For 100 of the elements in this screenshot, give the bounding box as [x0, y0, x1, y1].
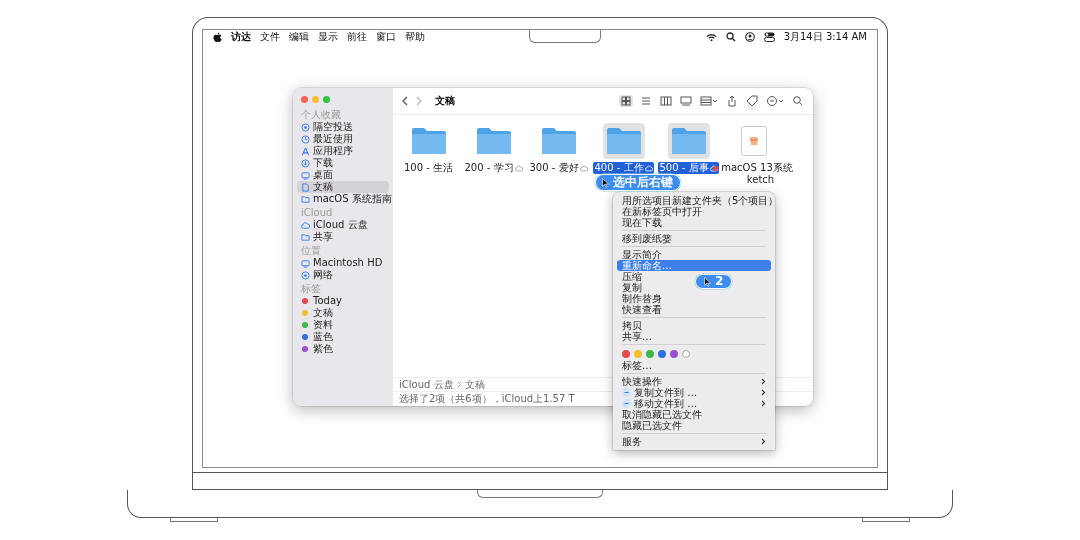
sidebar-item[interactable]: 下载 [297, 157, 389, 169]
menu-item[interactable]: 压缩 [617, 271, 647, 282]
folder-icon[interactable] [410, 127, 447, 155]
menu-item[interactable]: 快速查看 [617, 304, 667, 315]
zoom-button[interactable] [323, 96, 330, 103]
sidebar-header: 位置 [300, 244, 322, 257]
apps-icon [301, 146, 310, 156]
laptop-foot [170, 518, 218, 522]
sidebar-item[interactable]: 网络 [297, 269, 389, 281]
menu-item[interactable]: 拷贝 [617, 320, 647, 331]
sidebar-header: iCloud [300, 206, 334, 219]
file-name[interactable]: ketch [746, 174, 775, 186]
list-view-icon[interactable] [639, 95, 653, 107]
menu-item[interactable]: 服务 [617, 436, 771, 447]
gallery-view-icon[interactable] [679, 95, 693, 107]
menu-item[interactable]: 取消隐藏已选文件 [617, 409, 707, 420]
path-item[interactable]: 文稿 [464, 379, 485, 390]
sidebar-item[interactable]: 共享 [297, 231, 389, 243]
menu-item[interactable]: 隐藏已选文件 [617, 420, 687, 431]
folder-icon[interactable] [475, 127, 512, 155]
download-icon [301, 158, 310, 168]
file-name[interactable]: 400 - 工作 [593, 162, 654, 174]
menu-item[interactable]: 帮助 [405, 32, 425, 42]
document-icon [301, 182, 310, 192]
folder-icon[interactable] [540, 127, 577, 155]
folder-icon[interactable] [670, 127, 707, 155]
file-name[interactable]: 500 - 后事 [658, 162, 719, 174]
radar-icon [301, 122, 310, 132]
app-menu[interactable]: 访达 [231, 32, 251, 42]
sidebar-item[interactable]: iCloud 云盘 [297, 219, 389, 231]
tag-icon[interactable] [745, 95, 759, 107]
menu-item[interactable]: 前往 [347, 32, 367, 42]
menu-item[interactable]: 共享… [617, 331, 657, 342]
callout-text: 选中后右键 [613, 176, 673, 190]
color-tag-dot[interactable] [670, 349, 678, 358]
menu-item[interactable]: 现在下载 [617, 217, 667, 228]
callout-text: 2 [715, 275, 724, 289]
menu-item[interactable]: 快速操作 [617, 376, 771, 387]
no-tag-circle[interactable] [682, 349, 690, 358]
file-name[interactable]: 100 - 生活 [402, 162, 455, 174]
group-menu-icon[interactable] [699, 95, 719, 107]
back-icon[interactable] [401, 96, 409, 106]
window-title: 文稿 [435, 94, 455, 108]
file-name[interactable]: macOS 13系统 [720, 162, 794, 174]
sidebar-item[interactable]: 隔空投送 [297, 121, 389, 133]
menu-item[interactable]: 标签… [617, 360, 657, 371]
folder-icon[interactable] [605, 127, 642, 155]
clock-icon [301, 134, 310, 144]
document-icon[interactable] [740, 126, 767, 156]
sidebar-item[interactable]: 紫色 [297, 343, 389, 355]
menu-item[interactable]: 在新标签页中打开 [617, 206, 707, 217]
sidebar-item[interactable]: 桌面 [297, 169, 389, 181]
sidebar-item[interactable]: 应用程序 [297, 145, 389, 157]
color-tag-dot[interactable] [634, 349, 642, 358]
chevron-icon [456, 381, 462, 388]
color-tag-dot[interactable] [658, 349, 666, 358]
menu-item[interactable]: 编辑 [289, 32, 309, 42]
file-name[interactable]: 200 - 学习 [463, 162, 524, 174]
shared-folder-icon [301, 232, 310, 242]
cloud-icon [301, 220, 310, 230]
search-icon[interactable] [725, 32, 736, 42]
wifi-icon[interactable] [705, 32, 717, 42]
sidebar-header: 个人收藏 [300, 108, 342, 121]
path-item[interactable]: iCloud 云盘 [399, 379, 454, 390]
user-icon[interactable] [744, 32, 755, 42]
color-tag-dot[interactable] [622, 349, 630, 358]
menu-item[interactable]: 显示 [318, 32, 338, 42]
sidebar-item[interactable]: 文稿 [297, 181, 389, 193]
radar-icon [301, 270, 310, 280]
sidebar-item[interactable]: Macintosh HD [297, 257, 389, 269]
status-text: 选择了2项（共6项），iCloud上1.57 T [399, 392, 575, 406]
menu-item[interactable]: 复制文件到 … [617, 387, 771, 398]
menu-item[interactable]: 文件 [260, 32, 280, 42]
menu-item[interactable]: 重新命名… [617, 260, 771, 271]
menu-item[interactable]: 窗口 [376, 32, 396, 42]
column-view-icon[interactable] [659, 95, 673, 107]
close-button[interactable] [301, 96, 308, 103]
display-icon [301, 170, 310, 180]
share-icon[interactable] [725, 95, 739, 107]
grid-view-icon[interactable] [619, 95, 633, 107]
color-tag-dot[interactable] [646, 349, 654, 358]
sidebar-item[interactable]: 最近使用 [297, 133, 389, 145]
menu-item[interactable]: 移到废纸篓 [617, 233, 677, 244]
sidebar-item[interactable]: 蓝色 [297, 331, 389, 343]
menu-item[interactable]: 移动文件到 … [617, 398, 771, 409]
menu-item[interactable]: 复制 [617, 282, 647, 293]
menu-item[interactable]: 显示简介 [617, 249, 667, 260]
cursor-icon [602, 177, 609, 188]
control-center-icon[interactable] [763, 32, 775, 42]
menu-item[interactable]: 制作替身 [617, 293, 667, 304]
sidebar-item[interactable]: Today [297, 295, 389, 307]
apple-logo-icon[interactable] [213, 31, 222, 43]
file-name[interactable]: 300 - 爱好 [528, 162, 589, 174]
sidebar-item[interactable]: 文稿 [297, 307, 389, 319]
menu-item[interactable]: 用所选项目新建文件夹（5个项目） [617, 195, 784, 206]
folder-icon [301, 194, 310, 204]
sidebar-item[interactable]: 资料 [297, 319, 389, 331]
more-menu-icon[interactable] [765, 95, 785, 107]
forward-icon[interactable] [415, 96, 423, 106]
date-time[interactable]: 3月14日 3:14 AM [783, 32, 867, 42]
